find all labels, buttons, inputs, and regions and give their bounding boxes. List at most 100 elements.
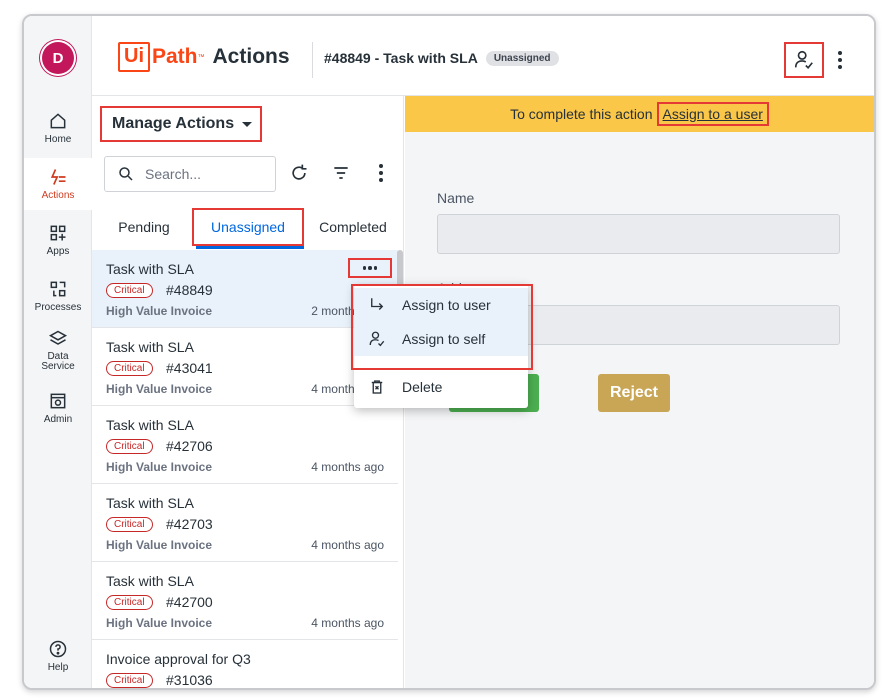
task-title: #48849 - Task with SLA Unassigned — [324, 50, 559, 66]
item-subtitle: High Value Invoice — [106, 538, 213, 552]
tab-pending[interactable]: Pending — [106, 208, 182, 246]
item-number: #48849 — [166, 282, 213, 298]
rail-label-data-service-1: Data — [47, 350, 69, 362]
home-icon — [50, 113, 66, 129]
tab-unassigned[interactable]: Unassigned — [192, 208, 304, 246]
app-name: Actions — [212, 45, 290, 68]
item-title: Task with SLA — [106, 573, 194, 589]
item-title: Task with SLA — [106, 339, 194, 355]
list-item[interactable]: Task with SLA Critical #42703 High Value… — [92, 484, 398, 562]
item-number: #42700 — [166, 594, 213, 610]
admin-icon — [50, 393, 66, 409]
more-dot — [368, 266, 372, 270]
item-time: 4 months ago — [311, 538, 384, 552]
rail-item-home[interactable]: Home — [24, 102, 92, 154]
item-time: 4 months ago — [311, 616, 384, 630]
rail-label-home: Home — [44, 134, 72, 145]
priority-badge: Critical — [106, 673, 153, 688]
item-subtitle: High Value Invoice — [106, 304, 213, 318]
item-time: 4 months ago — [311, 460, 384, 474]
tab-pending-label: Pending — [118, 219, 170, 235]
item-subtitle: High Value Invoice — [106, 616, 213, 630]
item-subtitle: High Value Invoice — [106, 382, 213, 396]
more-dot — [362, 266, 367, 270]
item-title: Task with SLA — [106, 261, 194, 277]
name-field-label: Name — [437, 190, 475, 206]
rail-item-admin[interactable]: Admin — [24, 382, 92, 434]
assign-user-icon — [794, 50, 813, 70]
manage-actions-label: Manage Actions — [112, 115, 235, 132]
priority-badge: Critical — [106, 439, 153, 454]
refresh-icon — [292, 164, 307, 180]
user-avatar[interactable]: D — [42, 42, 74, 74]
tab-unassigned-label: Unassigned — [211, 219, 285, 235]
logo-ui-mark: Ui — [118, 42, 150, 72]
rail-label-admin: Admin — [43, 414, 73, 425]
left-nav-rail: D Home Actions Apps Processes Data Servi… — [24, 16, 92, 688]
more-dot — [838, 58, 842, 62]
list-item[interactable]: Task with SLA Critical #42700 High Value… — [92, 562, 398, 640]
priority-badge: Critical — [106, 283, 153, 298]
app-window: D Home Actions Apps Processes Data Servi… — [22, 14, 876, 690]
task-title-text: #48849 - Task with SLA — [324, 50, 478, 66]
list-item[interactable]: Task with SLA Critical #42706 High Value… — [92, 406, 398, 484]
name-field[interactable] — [437, 214, 840, 254]
help-icon — [49, 640, 67, 658]
search-icon — [119, 167, 133, 181]
menu-item-delete[interactable]: Delete — [354, 370, 528, 404]
priority-badge: Critical — [106, 595, 153, 610]
tab-bar: Pending Unassigned Completed — [92, 208, 404, 250]
menu-item-label: Delete — [402, 379, 443, 395]
processes-icon — [50, 281, 66, 297]
rail-label-actions: Actions — [41, 190, 75, 201]
more-dot — [379, 171, 383, 175]
rail-item-apps[interactable]: Apps — [24, 214, 92, 266]
reject-button[interactable]: Reject — [598, 374, 670, 412]
more-dot — [838, 65, 842, 69]
item-number: #42706 — [166, 438, 213, 454]
rail-item-help[interactable]: Help — [24, 630, 92, 682]
list-more-button[interactable] — [370, 162, 392, 184]
item-title: Task with SLA — [106, 417, 194, 433]
item-number: #31036 — [166, 672, 213, 688]
search-placeholder: Search... — [145, 166, 202, 182]
rail-item-data-service[interactable]: Data Service — [24, 324, 92, 376]
item-number: #43041 — [166, 360, 213, 376]
rail-label-processes: Processes — [34, 302, 82, 313]
more-dot — [838, 51, 842, 55]
logo-path-text: Path — [152, 45, 198, 68]
delete-icon — [371, 380, 383, 394]
rail-label-data-service-2: Service — [41, 360, 75, 372]
item-title: Invoice approval for Q3 — [106, 651, 251, 667]
item-number: #42703 — [166, 516, 213, 532]
uipath-logo[interactable]: Ui Path ™ Actions — [118, 42, 290, 72]
assignment-banner: To complete this action Assign to a user — [405, 96, 874, 132]
more-dot — [379, 178, 383, 182]
search-input[interactable]: Search... — [104, 156, 276, 192]
priority-badge: Critical — [106, 517, 153, 532]
header-divider — [312, 42, 313, 78]
filter-button[interactable] — [330, 162, 352, 184]
rail-label-apps: Apps — [46, 246, 70, 257]
active-tab-indicator — [196, 246, 304, 249]
logo-trademark: ™ — [197, 53, 205, 61]
data-service-icon — [48, 330, 68, 345]
reject-button-label: Reject — [609, 384, 659, 401]
assign-user-button[interactable] — [784, 42, 824, 78]
list-item[interactable]: Invoice approval for Q3 Critical #31036 — [92, 640, 398, 688]
more-dot — [373, 266, 378, 270]
refresh-button[interactable] — [288, 162, 310, 184]
chevron-down-icon — [242, 121, 253, 127]
rail-item-processes[interactable]: Processes — [24, 270, 92, 322]
tab-completed[interactable]: Completed — [310, 208, 396, 246]
rail-item-actions[interactable]: Actions — [24, 158, 92, 210]
apps-icon — [50, 225, 66, 241]
header-more-button[interactable] — [832, 46, 848, 74]
item-more-button[interactable] — [348, 258, 392, 278]
manage-actions-dropdown[interactable]: Manage Actions — [100, 106, 263, 142]
context-menu-highlight — [351, 284, 533, 370]
actions-icon — [50, 169, 66, 185]
app-header: Ui Path ™ Actions #48849 - Task with SLA… — [92, 16, 874, 96]
filter-icon — [334, 167, 348, 179]
assign-to-user-link[interactable]: Assign to a user — [656, 102, 769, 126]
